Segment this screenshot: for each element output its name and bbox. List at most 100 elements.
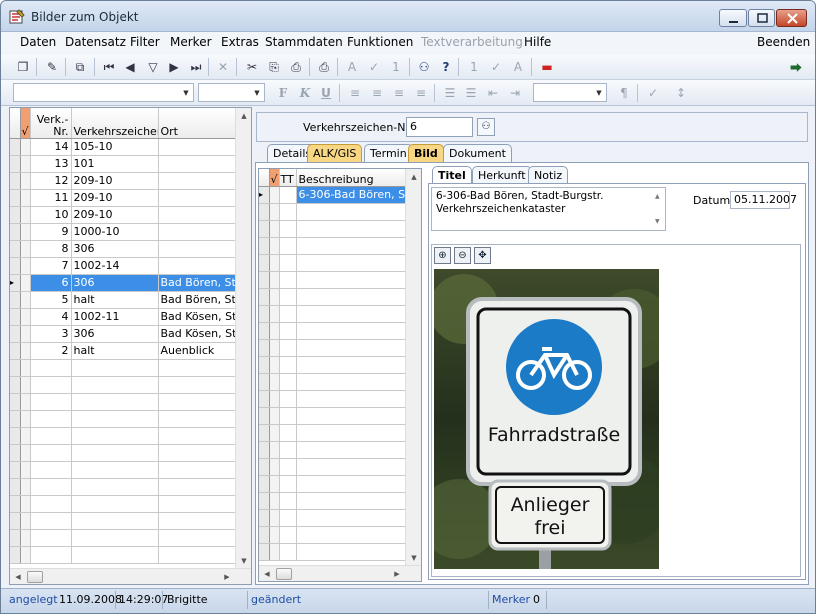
nr-cell[interactable]: 8 (30, 240, 72, 258)
nr-cell[interactable] (30, 427, 72, 445)
table-row[interactable] (10, 461, 238, 479)
exit-icon[interactable]: ⮕ (787, 58, 805, 76)
tt-cell[interactable] (279, 237, 297, 255)
tt-cell[interactable] (279, 305, 297, 323)
menu-funktionen[interactable]: Funktionen (347, 35, 413, 49)
tt-cell[interactable] (279, 220, 297, 238)
zeichen-cell[interactable] (71, 444, 159, 462)
table-row[interactable]: 10 209-10 (10, 206, 238, 224)
tt-cell[interactable] (279, 492, 297, 510)
check-column-header[interactable]: √ (269, 169, 280, 187)
edit-icon[interactable]: ✎ (43, 58, 61, 76)
beschreibung-cell[interactable] (296, 203, 408, 221)
table-row[interactable] (259, 254, 408, 272)
row-indicator[interactable] (259, 543, 270, 561)
scroll-down-icon[interactable]: ▼ (236, 553, 252, 569)
print-icon[interactable]: ⎙ (315, 58, 333, 76)
scroll-thumb[interactable] (27, 571, 43, 583)
row-indicator[interactable] (259, 373, 270, 391)
row-indicator[interactable] (259, 271, 270, 289)
ort-cell[interactable] (158, 189, 238, 207)
menu-textverarbeitung[interactable]: Textverarbeitung (421, 35, 523, 49)
ort-cell[interactable] (158, 410, 238, 428)
zeichen-cell[interactable]: 209-10 (71, 172, 159, 190)
text-a-b-icon[interactable]: A (509, 58, 527, 76)
table-row[interactable]: ▸ 6-306-Bad Bören, Stad (259, 186, 408, 204)
nr-cell[interactable]: 6 (30, 274, 72, 292)
mid-grid-vscroll[interactable]: ▲ ▼ (405, 169, 421, 566)
new-record-icon[interactable]: ❐ (14, 58, 32, 76)
description-textarea[interactable]: 6-306-Bad Bören, Stadt-Burgstr. Verkehrs… (431, 187, 666, 231)
row-checkbox[interactable] (20, 240, 31, 258)
outdent-icon[interactable]: ⇤ (484, 84, 502, 102)
ort-cell[interactable] (158, 461, 238, 479)
row-checkbox[interactable] (20, 376, 31, 394)
nr-cell[interactable]: 9 (30, 223, 72, 241)
table-row[interactable] (10, 495, 238, 513)
beschreibung-cell[interactable] (296, 475, 408, 493)
row-checkbox[interactable] (20, 342, 31, 360)
maximize-button[interactable] (748, 9, 775, 27)
tt-cell[interactable] (279, 186, 297, 204)
row-checkbox[interactable] (20, 529, 31, 547)
ort-cell[interactable] (158, 546, 238, 564)
next-record-icon[interactable]: ▶ (165, 58, 183, 76)
table-row[interactable] (259, 407, 408, 425)
tt-cell[interactable] (279, 475, 297, 493)
tt-cell[interactable] (279, 373, 297, 391)
menu-extras[interactable]: Extras (221, 35, 259, 49)
beschreibung-cell[interactable] (296, 543, 408, 561)
menu-datensatz[interactable]: Datensatz (65, 35, 126, 49)
row-indicator[interactable] (10, 427, 21, 445)
beschreibung-cell[interactable] (296, 458, 408, 476)
row-indicator[interactable] (259, 424, 270, 442)
row-indicator[interactable] (10, 240, 21, 258)
numbered-list-icon[interactable]: ☰ (441, 84, 459, 102)
zeichen-cell[interactable] (71, 427, 159, 445)
paste-icon[interactable]: ⎙ (287, 58, 305, 76)
zeichen-cell[interactable] (71, 359, 159, 377)
row-indicator[interactable] (259, 509, 270, 527)
row-indicator[interactable] (10, 478, 21, 496)
table-row[interactable]: 3 306 Bad Kösen, Sta (10, 325, 238, 343)
zeichen-cell[interactable]: 1000-10 (71, 223, 159, 241)
row-checkbox[interactable] (269, 186, 280, 204)
records-grid[interactable]: √ Verk.-Nr. Verkehrszeichen Ort 14 105-10… (9, 107, 252, 585)
check-b-icon[interactable]: ✓ (487, 58, 505, 76)
ort-cell[interactable] (158, 206, 238, 224)
marker-icon[interactable]: ▬ (538, 58, 556, 76)
table-row[interactable] (259, 475, 408, 493)
zoom-in-icon[interactable]: ⊕ (434, 247, 451, 264)
delete-icon[interactable]: ✕ (214, 58, 232, 76)
scroll-up-icon[interactable]: ▲ (236, 108, 252, 124)
menu-daten[interactable]: Daten (20, 35, 56, 49)
row-indicator[interactable] (10, 444, 21, 462)
row-checkbox[interactable] (269, 288, 280, 306)
scroll-right-icon[interactable]: ▶ (389, 566, 405, 582)
row-checkbox[interactable] (20, 308, 31, 326)
ort-cell[interactable] (158, 512, 238, 530)
table-row[interactable]: 5haltBad Bören, Stad (10, 291, 238, 309)
row-checkbox[interactable] (20, 274, 31, 292)
table-row[interactable]: 8 306 (10, 240, 238, 258)
row-indicator[interactable] (10, 189, 21, 207)
table-row[interactable] (10, 376, 238, 394)
nr-cell[interactable]: 10 (30, 206, 72, 224)
tt-cell[interactable] (279, 458, 297, 476)
row-indicator[interactable] (10, 223, 21, 241)
beschreibung-cell[interactable] (296, 373, 408, 391)
row-indicator[interactable]: ▸ (259, 186, 270, 204)
tt-cell[interactable] (279, 203, 297, 221)
beschreibung-cell[interactable] (296, 220, 408, 238)
ort-cell[interactable] (158, 223, 238, 241)
scroll-right-icon[interactable]: ▶ (219, 569, 235, 585)
menu-beenden[interactable]: Beenden (757, 35, 810, 49)
menu-filter[interactable]: Filter (130, 35, 160, 49)
filter-icon[interactable]: ▽ (144, 58, 162, 76)
table-row[interactable] (10, 444, 238, 462)
tt-cell[interactable] (279, 356, 297, 374)
table-row[interactable]: 2 halt Auenblick (10, 342, 238, 360)
row-checkbox[interactable] (20, 410, 31, 428)
zeichen-cell[interactable] (71, 478, 159, 496)
text-a-icon[interactable]: A (343, 58, 361, 76)
